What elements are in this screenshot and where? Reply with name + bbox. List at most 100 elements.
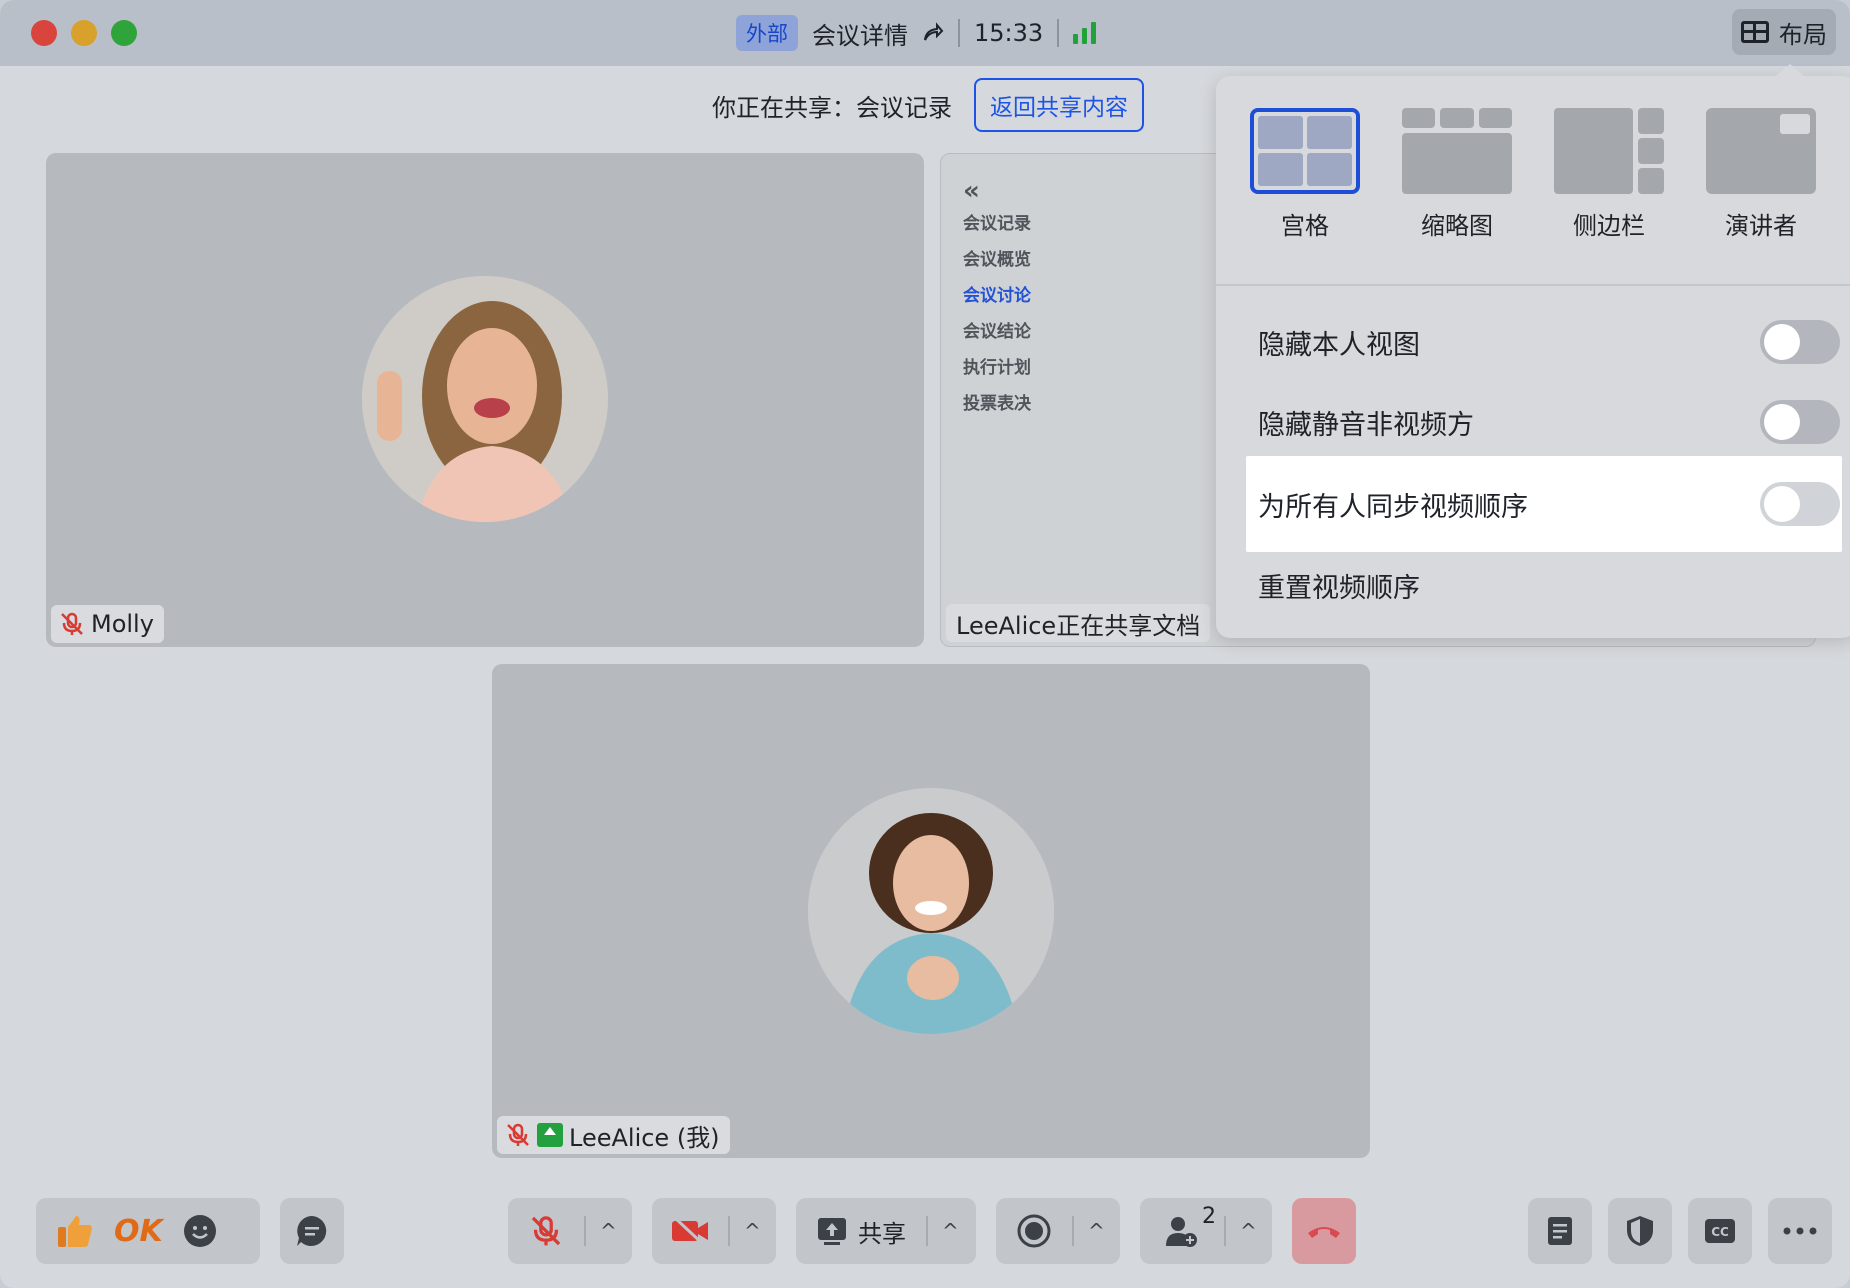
captions-icon: CC (1705, 1219, 1735, 1243)
hide-muted-non-video-row: 隐藏静音非视频方 (1246, 382, 1842, 462)
more-button[interactable] (1768, 1198, 1832, 1264)
mic-control: ^ (508, 1198, 632, 1264)
start-video-button[interactable] (652, 1198, 728, 1264)
record-button[interactable] (996, 1198, 1072, 1264)
layout-option-sidebar[interactable]: 侧边栏 (1554, 108, 1664, 241)
outline-item[interactable]: 会议概览 (963, 242, 1031, 278)
outline-item[interactable]: 投票表决 (963, 386, 1031, 422)
divider (958, 19, 960, 47)
svg-text:CC: CC (1711, 1225, 1729, 1239)
return-to-share-button[interactable]: 返回共享内容 (974, 78, 1144, 132)
grid-layout-icon (1741, 21, 1769, 43)
avatar (362, 276, 608, 522)
network-signal-icon[interactable] (1073, 22, 1097, 44)
meeting-details-link[interactable]: 会议详情 (812, 16, 908, 51)
layout-option-label: 缩略图 (1421, 212, 1493, 240)
thumbs-up-icon[interactable] (56, 1198, 94, 1264)
screen-share-icon (537, 1123, 563, 1147)
video-tile-self[interactable]: LeeAlice (我) (492, 664, 1370, 1158)
hide-muted-non-video-toggle[interactable] (1760, 400, 1840, 444)
sync-video-order-row: 为所有人同步视频顺序 (1246, 456, 1842, 552)
divider (1216, 284, 1850, 286)
outline-item-active[interactable]: 会议讨论 (963, 278, 1031, 314)
chevron-up-icon[interactable]: ^ (1072, 1216, 1119, 1246)
unmute-button[interactable] (508, 1198, 584, 1264)
chevron-up-icon[interactable]: ^ (926, 1216, 973, 1246)
option-label: 隐藏静音非视频方 (1258, 409, 1474, 441)
ok-reaction-button[interactable]: OK (114, 1198, 163, 1264)
video-tile-molly[interactable]: Molly (46, 153, 924, 647)
notes-icon (1548, 1217, 1572, 1245)
document-outline: « 会议记录 会议概览 会议讨论 会议结论 执行计划 投票表决 (963, 176, 1031, 422)
outline-item[interactable]: 会议记录 (963, 206, 1031, 242)
chat-icon (297, 1216, 327, 1246)
add-participant-icon (1166, 1217, 1197, 1247)
participant-name-tag: LeeAlice (我) (497, 1116, 730, 1154)
share-label: 共享 (858, 1219, 906, 1248)
participants-control: 2 ^ (1140, 1198, 1272, 1264)
share-button[interactable]: 共享 (796, 1198, 926, 1264)
hide-self-view-toggle[interactable] (1760, 320, 1840, 364)
hide-self-view-row: 隐藏本人视图 (1246, 302, 1842, 382)
chat-button[interactable] (280, 1198, 344, 1264)
mic-muted-icon (507, 1123, 529, 1146)
chevron-up-icon[interactable]: ^ (1224, 1216, 1271, 1246)
layout-option-grid[interactable]: 宫格 (1250, 108, 1360, 241)
record-control: ^ (996, 1198, 1120, 1264)
layout-option-label: 宫格 (1281, 212, 1329, 240)
minimize-window-button[interactable] (71, 20, 97, 46)
collapse-outline-icon[interactable]: « (963, 176, 1031, 206)
zoom-window-button[interactable] (111, 20, 137, 46)
external-badge: 外部 (736, 15, 798, 51)
reset-video-order-button[interactable]: 重置视频顺序 (1246, 552, 1842, 618)
layout-option-label: 侧边栏 (1573, 212, 1645, 240)
end-call-button[interactable] (1292, 1198, 1356, 1264)
meeting-toolbar: OK ^ ^ 共享 ^ ^ 2 ^ CC (0, 1182, 1850, 1288)
title-bar: 外部 会议详情 15:33 布局 (0, 0, 1850, 66)
option-label: 重置视频顺序 (1258, 572, 1420, 604)
option-label: 隐藏本人视图 (1258, 329, 1420, 361)
share-control: 共享 ^ (796, 1198, 976, 1264)
emoji-icon[interactable] (183, 1198, 217, 1264)
outline-item[interactable]: 执行计划 (963, 350, 1031, 386)
chevron-up-icon[interactable]: ^ (728, 1216, 775, 1246)
share-screen-icon (818, 1218, 846, 1245)
layout-popover: 宫格 缩略图 侧边栏 演讲者 隐藏本人视图 隐藏静音非视频方 为所有人同步视频顺… (1216, 64, 1850, 638)
share-link-icon[interactable] (922, 22, 944, 44)
chevron-up-icon[interactable]: ^ (584, 1216, 631, 1246)
shield-icon (1627, 1216, 1653, 1246)
sharing-status-bar: 你正在共享：会议记录 返回共享内容 (712, 78, 1144, 132)
title-center: 外部 会议详情 15:33 (736, 14, 1097, 52)
sidebar-layout-icon (1554, 108, 1664, 194)
layout-option-thumbnail[interactable]: 缩略图 (1402, 108, 1512, 241)
participant-name: LeeAlice (我) (569, 1123, 720, 1152)
sharing-status-text: 你正在共享：会议记录 (712, 93, 952, 122)
speaker-layout-icon (1706, 108, 1816, 194)
avatar (808, 788, 1054, 1034)
mic-muted-icon (61, 612, 83, 635)
record-icon (1017, 1214, 1051, 1248)
layout-option-label: 演讲者 (1725, 212, 1797, 240)
sync-video-order-toggle[interactable] (1760, 482, 1840, 526)
thumbnail-layout-icon (1402, 108, 1512, 194)
divider (1057, 19, 1060, 47)
meeting-timer: 15:33 (974, 19, 1044, 47)
layout-option-speaker[interactable]: 演讲者 (1706, 108, 1816, 241)
participant-count: 2 (1202, 1204, 1216, 1229)
reactions-group: OK (36, 1198, 260, 1264)
notes-button[interactable] (1528, 1198, 1592, 1264)
option-label: 为所有人同步视频顺序 (1258, 491, 1528, 523)
meeting-window: 外部 会议详情 15:33 布局 你正在共享：会议记录 返回共享内容 Molly… (0, 0, 1850, 1288)
outline-item[interactable]: 会议结论 (963, 314, 1031, 350)
mic-muted-icon (531, 1216, 561, 1246)
captions-button[interactable]: CC (1688, 1198, 1752, 1264)
layout-button-label: 布局 (1779, 20, 1827, 49)
more-icon (1783, 1227, 1817, 1235)
layout-button[interactable]: 布局 (1732, 9, 1836, 55)
layout-options: 宫格 缩略图 侧边栏 演讲者 (1250, 108, 1816, 241)
participants-button[interactable]: 2 (1140, 1198, 1224, 1264)
close-window-button[interactable] (31, 20, 57, 46)
document-sharing-tag: LeeAlice正在共享文档 (946, 604, 1211, 642)
security-button[interactable] (1608, 1198, 1672, 1264)
hang-up-icon (1308, 1227, 1340, 1238)
